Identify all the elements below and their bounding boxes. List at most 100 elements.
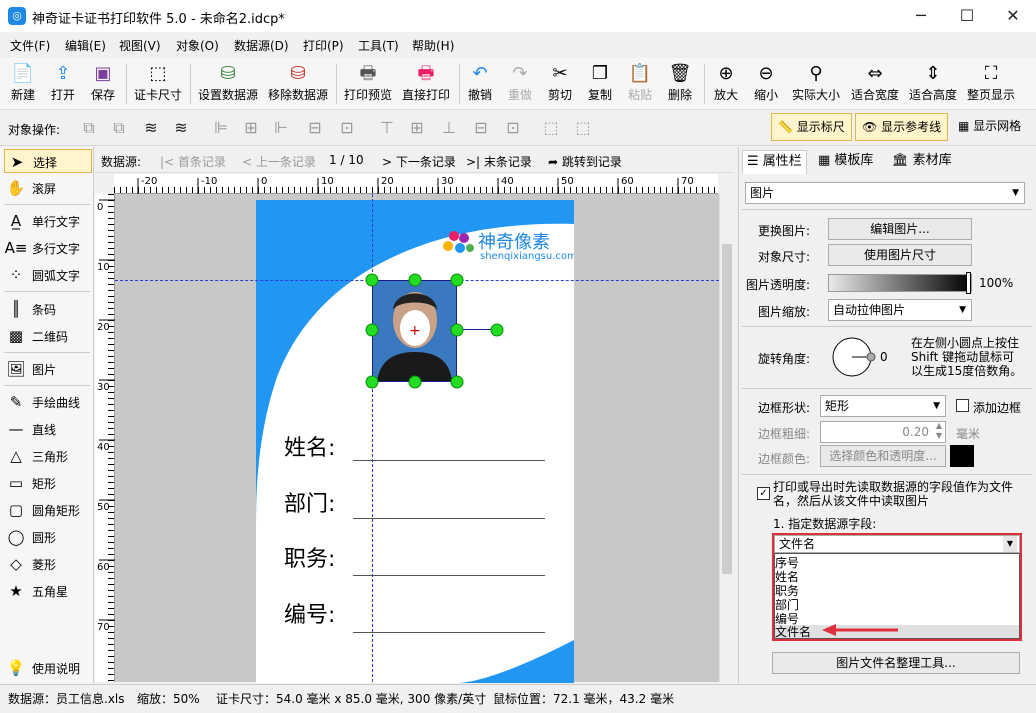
open-button[interactable]: ⇪ 打开: [48, 60, 78, 108]
undo-button[interactable]: ↶ 撤销: [466, 60, 494, 108]
opacity-slider-thumb[interactable]: [966, 272, 971, 294]
menu-datasource[interactable]: 数据源(D): [234, 37, 289, 54]
last-record-button[interactable]: >| 末条记录: [466, 153, 532, 170]
align-top-icon[interactable]: ⊤: [376, 117, 398, 139]
tool-circle[interactable]: ◯ 圆形: [4, 525, 92, 549]
close-button[interactable]: ✕: [990, 0, 1036, 32]
set-datasource-button[interactable]: ⛁ 设置数据源: [197, 60, 259, 108]
paste-button[interactable]: 📋 粘贴: [626, 60, 654, 108]
spinner-icon[interactable]: ▲ ▼: [936, 421, 942, 441]
bring-to-front-icon[interactable]: ⧉: [78, 117, 100, 139]
scrollbar-thumb[interactable]: [722, 244, 732, 574]
menu-help[interactable]: 帮助(H): [412, 37, 454, 54]
field-option[interactable]: 姓名: [775, 570, 799, 584]
maximize-button[interactable]: ☐: [944, 0, 990, 32]
tool-triangle[interactable]: △ 三角形: [4, 444, 92, 468]
align-left-icon[interactable]: ⊫: [210, 117, 232, 139]
tool-qrcode[interactable]: ▩ 二维码: [4, 324, 92, 348]
object-type-select[interactable]: 图片 ▼: [745, 182, 1025, 204]
ungroup-icon[interactable]: ⬚: [572, 117, 594, 139]
filename-organize-button[interactable]: 图片文件名整理工具...: [772, 652, 1020, 674]
tool-image[interactable]: 🖼 图片: [4, 357, 92, 381]
border-width-input[interactable]: 0.20 ▲ ▼: [820, 421, 946, 443]
border-color-swatch[interactable]: [950, 445, 974, 467]
tab-assets[interactable]: 🏛 素材库: [888, 150, 956, 174]
tool-star[interactable]: ★ 五角星: [4, 579, 92, 603]
layers-icon[interactable]: ≋: [140, 117, 162, 139]
distribute-v-icon[interactable]: ⊟: [470, 117, 492, 139]
tool-freehand[interactable]: ✎ 手绘曲线: [4, 390, 92, 414]
selection-handles[interactable]: [360, 268, 510, 394]
tool-select[interactable]: ➤ 选择: [4, 149, 92, 173]
distribute-vcenter-icon[interactable]: ⊡: [502, 117, 524, 139]
delete-button[interactable]: 🗑 删除: [666, 60, 694, 108]
field-option[interactable]: 职务: [775, 584, 799, 598]
prev-record-button[interactable]: < 上一条记录: [242, 153, 316, 170]
card-size-button[interactable]: ⬚ 证卡尺寸: [133, 60, 183, 108]
tab-properties[interactable]: ☰ 属性栏: [742, 150, 807, 174]
fit-width-button[interactable]: ⇔ 适合宽度: [849, 60, 901, 108]
edit-image-button[interactable]: 编辑图片...: [828, 218, 972, 240]
tool-diamond[interactable]: ◇ 菱形: [4, 552, 92, 576]
show-ruler-toggle[interactable]: 📏 显示标尺: [771, 113, 852, 141]
use-image-size-button[interactable]: 使用图片尺寸: [828, 244, 972, 266]
remove-datasource-button[interactable]: ⛁ 移除数据源: [267, 60, 329, 108]
cut-button[interactable]: ✂ 剪切: [546, 60, 574, 108]
show-grid-toggle[interactable]: ▦ 显示网格: [952, 113, 1027, 141]
menu-view[interactable]: 视图(V): [119, 37, 161, 54]
align-middle-icon[interactable]: ⊞: [406, 117, 428, 139]
menu-tools[interactable]: 工具(T): [358, 37, 399, 54]
read-field-checkbox[interactable]: ✓: [757, 487, 770, 500]
tool-multi-text[interactable]: A≡ 多行文字: [4, 236, 92, 260]
next-record-button[interactable]: > 下一条记录: [382, 153, 456, 170]
tab-templates[interactable]: ▦ 模板库: [814, 150, 877, 174]
field-option[interactable]: 编号: [775, 612, 799, 626]
field-option[interactable]: 部门: [775, 598, 799, 612]
tool-line[interactable]: — 直线: [4, 417, 92, 441]
distribute-h-icon[interactable]: ⊟: [304, 117, 326, 139]
tool-single-text[interactable]: A̲ 单行文字: [4, 209, 92, 233]
align-bottom-icon[interactable]: ⊥: [438, 117, 460, 139]
field-option[interactable]: 序号: [775, 556, 799, 570]
zoom-out-button[interactable]: ⊖ 缩小: [752, 60, 780, 108]
print-preview-button[interactable]: 🖶 打印预览: [343, 60, 393, 108]
opacity-slider[interactable]: [828, 274, 972, 292]
direct-print-button[interactable]: 🖶 直接打印: [401, 60, 451, 108]
image-scale-select[interactable]: 自动拉伸图片 ▼: [828, 299, 972, 321]
redo-button[interactable]: ↷ 重做: [506, 60, 534, 108]
datasource-field-select[interactable]: 文件名 ▼: [774, 535, 1020, 553]
add-border-checkbox[interactable]: [956, 399, 969, 412]
tool-arc-text[interactable]: ⁘ 圆弧文字: [4, 263, 92, 287]
tool-rounded-rect[interactable]: ▢ 圆角矩形: [4, 498, 92, 522]
menu-object[interactable]: 对象(O): [176, 37, 219, 54]
show-guides-toggle[interactable]: 👁 显示参考线: [855, 113, 949, 141]
tool-help[interactable]: 💡 使用说明: [4, 656, 92, 680]
border-color-button[interactable]: 选择颜色和透明度...: [820, 445, 946, 467]
zoom-in-button[interactable]: ⊕ 放大: [712, 60, 740, 108]
border-shape-select[interactable]: 矩形 ▼: [820, 395, 946, 417]
send-to-back-icon[interactable]: ⧉: [108, 117, 130, 139]
field-option-selected[interactable]: 文件名: [775, 625, 811, 639]
align-right-icon[interactable]: ⊩: [270, 117, 292, 139]
menu-print[interactable]: 打印(P): [303, 37, 344, 54]
minimize-button[interactable]: ─: [898, 0, 944, 32]
menu-edit[interactable]: 编辑(E): [65, 37, 106, 54]
menu-file[interactable]: 文件(F): [10, 37, 50, 54]
rotation-dial[interactable]: [832, 337, 878, 377]
full-page-button[interactable]: ⛶ 整页显示: [965, 60, 1017, 108]
new-button[interactable]: 📄 新建: [8, 60, 38, 108]
first-record-button[interactable]: |< 首条记录: [160, 153, 226, 170]
copy-button[interactable]: ❐ 复制: [586, 60, 614, 108]
distribute-center-icon[interactable]: ⊡: [336, 117, 358, 139]
vertical-scrollbar[interactable]: [719, 194, 733, 682]
tool-barcode[interactable]: ║ 条码: [4, 297, 92, 321]
layers-down-icon[interactable]: ≋: [170, 117, 192, 139]
jump-record-button[interactable]: ➦ 跳转到记录: [548, 153, 622, 170]
fit-height-button[interactable]: ⇕ 适合高度: [907, 60, 959, 108]
actual-size-button[interactable]: ⚲ 实际大小: [790, 60, 842, 108]
tool-scroll[interactable]: ✋ 滚屏: [4, 176, 92, 200]
save-button[interactable]: ▣ 保存: [88, 60, 118, 108]
tool-rectangle[interactable]: ▭ 矩形: [4, 471, 92, 495]
align-center-icon[interactable]: ⊞: [240, 117, 262, 139]
group-icon[interactable]: ⬚: [540, 117, 562, 139]
